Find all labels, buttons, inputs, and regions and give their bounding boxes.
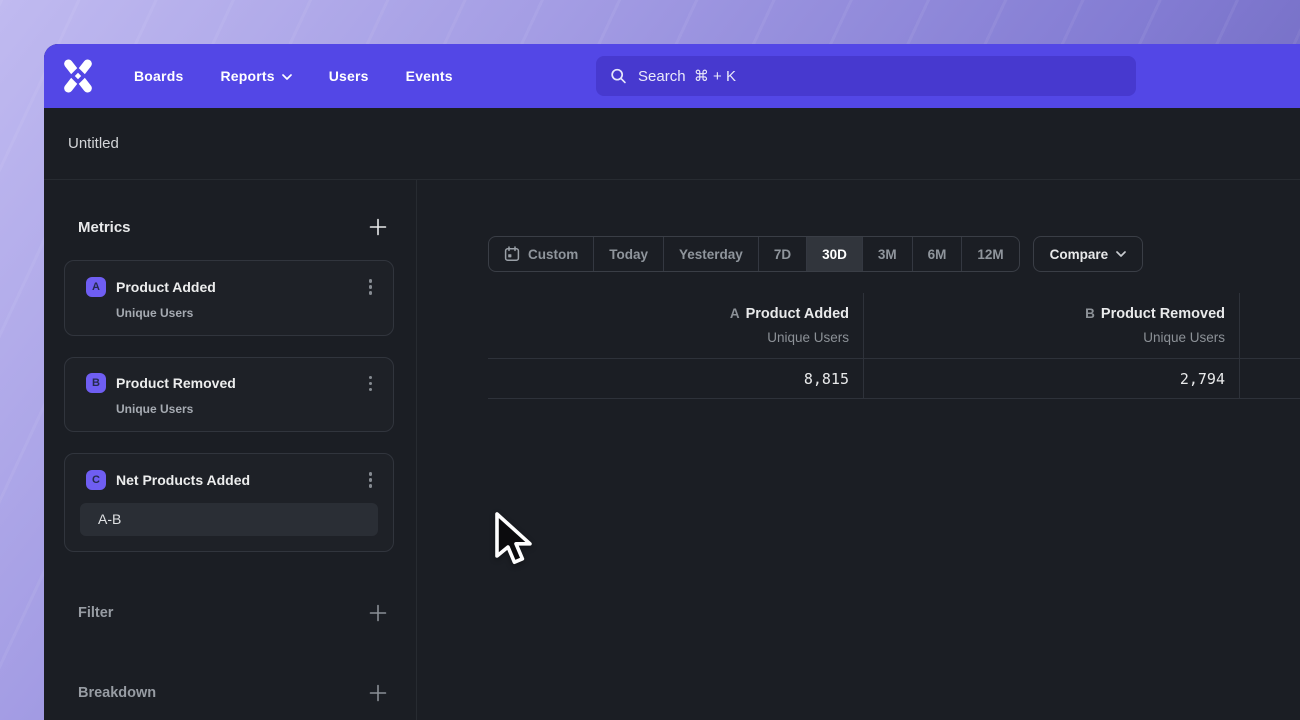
search-icon xyxy=(610,67,627,85)
column-header: B Product Removed Unique Users xyxy=(864,293,1240,359)
nav-item-boards[interactable]: Boards xyxy=(134,68,183,84)
range-yesterday-button[interactable]: Yesterday xyxy=(664,237,759,271)
range-30d-button[interactable]: 30D xyxy=(807,237,863,271)
calendar-icon xyxy=(504,246,520,262)
metric-badge: A xyxy=(86,277,106,297)
filter-section-header: Filter xyxy=(64,602,394,624)
plus-icon xyxy=(369,218,387,236)
nav-item-reports[interactable]: Reports xyxy=(220,68,291,84)
metric-measurement[interactable]: Unique Users xyxy=(116,402,378,416)
nav-item-label: Events xyxy=(406,68,453,84)
column-title: Product Added xyxy=(746,306,849,322)
nav-items: Boards Reports Users Events xyxy=(134,68,453,84)
range-12m-button[interactable]: 12M xyxy=(962,237,1018,271)
query-sidebar: Metrics A Product Added Unique Users xyxy=(44,180,417,720)
kebab-menu-icon[interactable] xyxy=(363,469,379,491)
metric-name: Product Removed xyxy=(116,375,236,391)
date-controls: Custom Today Yesterday 7D 30D xyxy=(488,236,1300,272)
metric-name: Product Added xyxy=(116,279,216,295)
results-table: A Product Added Unique Users B Product Rem… xyxy=(488,293,1300,399)
range-label: 6M xyxy=(928,247,947,262)
add-metric-button[interactable] xyxy=(367,216,389,238)
nav-item-label: Reports xyxy=(220,68,274,84)
column-header-empty xyxy=(1240,293,1300,359)
metric-measurement[interactable]: Unique Users xyxy=(116,306,378,320)
metric-letter: A xyxy=(730,306,740,321)
metric-card-c[interactable]: C Net Products Added xyxy=(64,453,394,552)
metric-name: Net Products Added xyxy=(116,472,250,488)
metric-letter: B xyxy=(1085,306,1095,321)
range-label: Yesterday xyxy=(679,247,743,262)
compare-button[interactable]: Compare xyxy=(1033,236,1144,272)
metric-badge: C xyxy=(86,470,106,490)
breakdown-section-header: Breakdown xyxy=(64,682,394,704)
doc-title[interactable]: Untitled xyxy=(68,135,119,152)
nav-item-label: Users xyxy=(329,68,369,84)
range-label: Today xyxy=(609,247,648,262)
metric-value-empty xyxy=(1240,359,1300,399)
compare-label: Compare xyxy=(1050,247,1109,262)
range-label: Custom xyxy=(528,247,578,262)
report-main: Custom Today Yesterday 7D 30D xyxy=(417,180,1300,720)
mixpanel-logo-icon[interactable] xyxy=(61,59,95,93)
range-label: 7D xyxy=(774,247,791,262)
column-subtitle: Unique Users xyxy=(488,330,849,345)
breakdown-label: Breakdown xyxy=(78,685,156,701)
metric-head: B Product Removed xyxy=(86,373,378,395)
metric-head: C Net Products Added xyxy=(86,469,378,491)
range-today-button[interactable]: Today xyxy=(594,237,664,271)
range-label: 12M xyxy=(977,247,1003,262)
metric-card-a[interactable]: A Product Added Unique Users xyxy=(64,260,394,336)
doc-header: Untitled xyxy=(44,108,1300,180)
range-3m-button[interactable]: 3M xyxy=(863,237,913,271)
formula-input[interactable] xyxy=(80,503,378,536)
range-label: 3M xyxy=(878,247,897,262)
add-filter-button[interactable] xyxy=(367,602,389,624)
search-bar[interactable] xyxy=(596,56,1136,96)
column-header: A Product Added Unique Users xyxy=(488,293,864,359)
chevron-down-icon xyxy=(1116,251,1126,257)
column-title: Product Removed xyxy=(1101,306,1225,322)
metric-value: 8,815 xyxy=(488,359,864,399)
plus-icon xyxy=(369,684,387,702)
date-range-group: Custom Today Yesterday 7D 30D xyxy=(488,236,1020,272)
range-label: 30D xyxy=(822,247,847,262)
metrics-section-header: Metrics xyxy=(64,216,394,238)
metrics-label: Metrics xyxy=(78,219,131,236)
metric-value: 2,794 xyxy=(864,359,1240,399)
metric-head: A Product Added xyxy=(86,276,378,298)
search-input[interactable] xyxy=(638,68,1122,85)
kebab-menu-icon[interactable] xyxy=(363,373,379,395)
nav-item-users[interactable]: Users xyxy=(329,68,369,84)
top-nav: Boards Reports Users Events xyxy=(44,44,1300,108)
add-breakdown-button[interactable] xyxy=(367,682,389,704)
chevron-down-icon xyxy=(282,74,292,80)
range-7d-button[interactable]: 7D xyxy=(759,237,807,271)
metric-card-b[interactable]: B Product Removed Unique Users xyxy=(64,357,394,433)
filter-label: Filter xyxy=(78,605,113,621)
range-6m-button[interactable]: 6M xyxy=(913,237,963,271)
metric-badge: B xyxy=(86,373,106,393)
column-subtitle: Unique Users xyxy=(864,330,1225,345)
kebab-menu-icon[interactable] xyxy=(363,276,379,298)
range-custom-button[interactable]: Custom xyxy=(489,237,594,271)
nav-item-events[interactable]: Events xyxy=(406,68,453,84)
app-window: Boards Reports Users Events Un xyxy=(44,44,1300,720)
nav-item-label: Boards xyxy=(134,68,183,84)
content: Metrics A Product Added Unique Users xyxy=(44,180,1300,720)
plus-icon xyxy=(369,604,387,622)
